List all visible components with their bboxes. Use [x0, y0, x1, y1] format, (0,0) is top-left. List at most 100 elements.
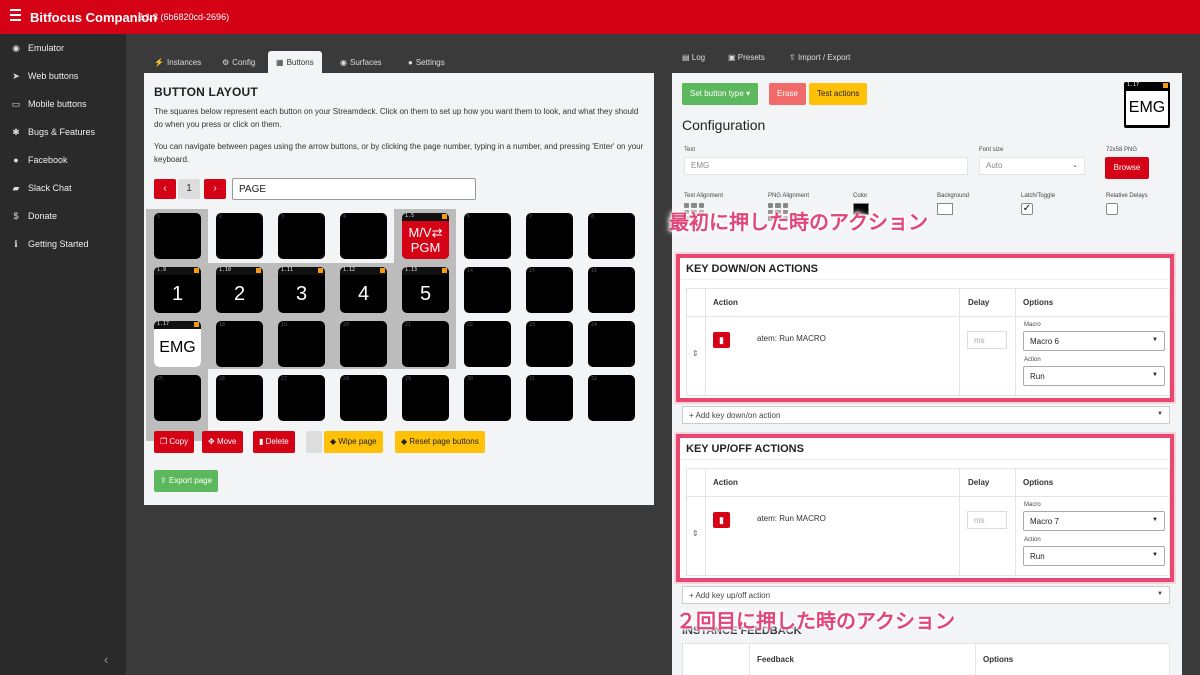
menu-icon[interactable]	[10, 9, 21, 23]
prev-page-button[interactable]: ‹	[154, 179, 176, 199]
grid-button-26[interactable]: 26	[216, 375, 263, 421]
move-button[interactable]: ✥ Move	[202, 431, 243, 453]
action-option-select[interactable]: Run ▼	[1023, 546, 1165, 566]
tab-instances[interactable]: ⚡ Instances	[146, 51, 209, 73]
relative-delays-checkbox[interactable]	[1106, 203, 1118, 215]
sidebar-item-label: Slack Chat	[28, 183, 72, 193]
button-number: 4	[343, 214, 347, 220]
grid-button-2[interactable]: 2	[216, 213, 263, 259]
sidebar-item-facebook[interactable]: ● Facebook	[0, 150, 126, 172]
grid-button-29[interactable]: 29	[402, 375, 449, 421]
delete-button[interactable]: ▮ Delete	[253, 431, 295, 453]
reset-page-buttons-button[interactable]: ◆ Reset page buttons	[395, 431, 485, 453]
tab-log[interactable]: ▤ Log	[682, 53, 705, 73]
column-header: Delay	[968, 478, 990, 487]
grid-button-25[interactable]: 25	[154, 375, 201, 421]
tab-surfaces[interactable]: ◉ Surfaces	[332, 51, 390, 73]
font-size-select[interactable]: Auto ⌄	[979, 157, 1085, 175]
grid-button-14[interactable]: 14	[464, 267, 511, 313]
grid-button-30[interactable]: 30	[464, 375, 511, 421]
drag-handle-icon[interactable]: ⇕	[692, 529, 699, 538]
sidebar-item-bugs[interactable]: ✱ Bugs & Features	[0, 122, 126, 144]
grid-button-16[interactable]: 16	[588, 267, 635, 313]
button-number: 20	[343, 322, 350, 328]
key-down-table: Action Delay Options ⇕ ▮ atem: Run MACRO…	[686, 288, 1170, 397]
grid-button-7[interactable]: 7	[526, 213, 573, 259]
wipe-page-button[interactable]: ◆ Wipe page	[324, 431, 383, 453]
sidebar-item-slack[interactable]: ▰ Slack Chat	[0, 178, 126, 200]
grid-button-1-13[interactable]: 1.13 5	[402, 267, 449, 313]
button-number: 29	[405, 376, 412, 382]
sidebar-item-donate[interactable]: $ Donate	[0, 206, 126, 228]
sidebar-item-web-buttons[interactable]: ➤ Web buttons	[0, 66, 126, 88]
grid-button-1-17[interactable]: 1.17 EMG	[154, 321, 201, 367]
add-action-label: + Add key down/on action	[689, 411, 781, 420]
grid-button-22[interactable]: 22	[464, 321, 511, 367]
sidebar-item-emulator[interactable]: ◉ Emulator	[0, 38, 126, 60]
action-option-select[interactable]: Run ▼	[1023, 366, 1165, 386]
button-label: Delete	[265, 437, 289, 446]
latch-toggle-checkbox[interactable]: ✓	[1021, 203, 1033, 215]
next-page-button[interactable]: ›	[204, 179, 226, 199]
column-header: Action	[713, 478, 738, 487]
macro-select[interactable]: Macro 6 ▼	[1023, 331, 1165, 351]
grid-button-32[interactable]: 32	[588, 375, 635, 421]
macro-select[interactable]: Macro 7 ▼	[1023, 511, 1165, 531]
grid-button-27[interactable]: 27	[278, 375, 325, 421]
sidebar-item-getting-started[interactable]: ℹ Getting Started	[0, 234, 126, 256]
tab-import-export[interactable]: ⇪ Import / Export	[789, 53, 850, 73]
grid-button-1[interactable]: 1	[154, 213, 201, 259]
grid-button-20[interactable]: 20	[340, 321, 387, 367]
grid-button-24[interactable]: 24	[588, 321, 635, 367]
grid-button-23[interactable]: 23	[526, 321, 573, 367]
grid-button-21[interactable]: 21	[402, 321, 449, 367]
add-key-up-action-select[interactable]: + Add key up/off action ▼	[682, 586, 1170, 604]
erase-button[interactable]: Erase	[769, 83, 806, 105]
tab-label: Presets	[737, 53, 765, 62]
sidebar-item-mobile-buttons[interactable]: ▭ Mobile buttons	[0, 94, 126, 116]
grid-button-28[interactable]: 28	[340, 375, 387, 421]
grid-button-1-5[interactable]: 1.5 M/V⇄ PGM	[402, 213, 449, 259]
grid-button-15[interactable]: 15	[526, 267, 573, 313]
button-text: 3	[295, 282, 308, 305]
tab-buttons[interactable]: ▦ Buttons	[268, 51, 322, 73]
tab-config[interactable]: ⚙ Config	[214, 51, 263, 73]
button-number: 3	[281, 214, 285, 220]
grid-button-31[interactable]: 31	[526, 375, 573, 421]
tab-presets[interactable]: ▣ Presets	[728, 53, 765, 73]
grid-button-1-12[interactable]: 1.12 4	[340, 267, 387, 313]
delete-action-button[interactable]: ▮	[713, 512, 730, 528]
grid-button-1-9[interactable]: 1.9 1	[154, 267, 201, 313]
calendar-icon: ▦	[276, 58, 284, 67]
grid-button-4[interactable]: 4	[340, 213, 387, 259]
grid-button-1-10[interactable]: 1.10 2	[216, 267, 263, 313]
grid-button-18[interactable]: 18	[216, 321, 263, 367]
delay-input[interactable]: ms	[967, 331, 1007, 349]
page-number[interactable]: 1	[178, 179, 200, 199]
browse-button[interactable]: Browse	[1105, 157, 1149, 179]
copy-button[interactable]: ❐ Copy	[154, 431, 195, 453]
background-picker[interactable]	[937, 203, 953, 215]
drag-handle-icon[interactable]: ⇕	[692, 349, 699, 358]
add-key-down-action-select[interactable]: + Add key down/on action ▼	[682, 406, 1170, 424]
grid-button-1-11[interactable]: 1.11 3	[278, 267, 325, 313]
delete-action-button[interactable]: ▮	[713, 332, 730, 348]
chevron-left-icon[interactable]: ‹	[104, 652, 108, 667]
layout-navigation-help: You can navigate between pages using the…	[154, 142, 644, 164]
set-button-type-button[interactable]: Set button type ▾	[682, 83, 759, 105]
column-header: Options	[1023, 298, 1054, 307]
sidebar-item-label: Facebook	[28, 155, 68, 165]
text-input[interactable]: EMG	[684, 157, 968, 175]
section-title: KEY DOWN/ON ACTIONS	[686, 263, 819, 275]
grid-button-6[interactable]: 6	[464, 213, 511, 259]
button-header: 1.9	[154, 267, 201, 275]
test-actions-button[interactable]: Test actions	[809, 83, 868, 105]
grid-button-19[interactable]: 19	[278, 321, 325, 367]
grid-button-3[interactable]: 3	[278, 213, 325, 259]
export-page-button[interactable]: ⇪ Export page	[154, 470, 219, 492]
grid-button-8[interactable]: 8	[588, 213, 635, 259]
add-action-label: + Add key up/off action	[689, 591, 771, 600]
page-name-input[interactable]: PAGE	[232, 178, 476, 200]
tab-settings[interactable]: ● Settings	[400, 51, 453, 73]
delay-input[interactable]: ms	[967, 511, 1007, 529]
